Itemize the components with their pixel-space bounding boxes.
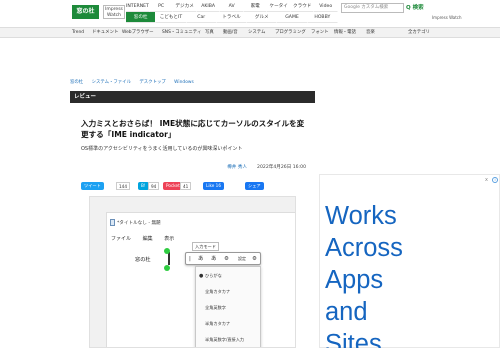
nav-hobby[interactable]: HOBBY: [307, 12, 338, 23]
subnav-info[interactable]: 情報・電話: [334, 28, 356, 37]
subnav-programming[interactable]: プログラミング: [275, 28, 306, 37]
ime-mode-menu: ● ひらがな 全角カタカナ 全角英数字 半角カタカナ 半角英数字/直接入力: [195, 266, 261, 347]
ad-info-icon[interactable]: i: [492, 177, 498, 183]
nav-video[interactable]: Video: [314, 1, 338, 12]
nav-car[interactable]: Car: [186, 12, 217, 23]
editor-text: 窓の杜: [135, 257, 151, 263]
ime-kana-icon: あ: [211, 256, 217, 262]
nav-av[interactable]: AV: [220, 1, 244, 12]
breadcrumb-item[interactable]: 窓の杜: [70, 80, 83, 85]
subnav-music[interactable]: 音楽: [366, 28, 375, 37]
byline: 樽井 秀人 2022年4月26日 16:00: [81, 164, 306, 170]
nav-akiba[interactable]: AKIBA: [196, 1, 221, 12]
ime-toolbar: | あ あ ⚙ 設定 ⚙: [185, 252, 261, 265]
subnav-browser[interactable]: Webブラウザー: [122, 28, 154, 37]
window-title: *タイトルなし - 無題: [117, 221, 161, 226]
ime-option-zenkaku-eisu: 全角英数字: [205, 305, 226, 310]
ime-option-zenkaku-katakana: 全角カタカナ: [205, 289, 231, 294]
tweet-button[interactable]: ツイート: [81, 182, 104, 190]
nav-pc[interactable]: PC: [149, 1, 174, 12]
ime-settings-label: 設定: [238, 256, 246, 261]
ime-option-hiragana: ● ひらがな: [199, 273, 222, 279]
ime-tool-icon: ⚙: [224, 256, 229, 262]
ime-indicator-dot: [164, 248, 170, 254]
text-caret: [168, 252, 170, 265]
subnav-all[interactable]: 全カテゴリ: [408, 28, 430, 37]
search-button[interactable]: Q 検索: [406, 2, 430, 14]
ad-headline: Works Across Apps and Sites: [325, 202, 403, 348]
breadcrumb-item[interactable]: Windows: [174, 80, 194, 85]
article-lead: OS標準のアクセシビリティをうまく活用しているのが興味深いポイント: [81, 146, 243, 152]
nav-internet[interactable]: INTERNET: [126, 1, 150, 12]
publish-date: 2022年4月26日 16:00: [257, 165, 306, 170]
ime-mode-icon: あ: [198, 256, 204, 262]
ime-option-hankaku-katakana: 半角カタカナ: [205, 321, 231, 326]
menu-edit: 編集: [142, 236, 153, 242]
gear-icon: ⚙: [252, 256, 257, 262]
pocket-count: 41: [180, 182, 192, 190]
input-mode-tooltip: 入力モード: [192, 242, 219, 251]
subnav-document[interactable]: ドキュメント: [92, 28, 118, 37]
site-logo[interactable]: 窓の杜: [72, 5, 99, 19]
nav-keitai[interactable]: ケータイ: [267, 1, 291, 12]
nav-gourmet[interactable]: グルメ: [247, 12, 278, 23]
subnav-font[interactable]: フォント: [311, 28, 329, 37]
menu-view: 表示: [164, 236, 175, 242]
nav-forest[interactable]: 窓の杜: [126, 12, 157, 23]
menu-bar: ファイル 編集 表示: [111, 235, 184, 242]
impress-badge[interactable]: Impress Watch: [432, 15, 462, 20]
breadcrumb-item[interactable]: システム・ファイル: [92, 80, 131, 85]
ad-close-icon[interactable]: x: [485, 177, 488, 183]
site-header: 窓の杜 Impress Watch INTERNET PC デジカメ AKIBA…: [0, 0, 500, 25]
menu-file: ファイル: [111, 236, 132, 242]
advertisement[interactable]: i x Works Across Apps and Sites: [319, 174, 500, 348]
subnav-video[interactable]: 動画/音: [223, 28, 238, 37]
nav-kodomo[interactable]: こどもとIT: [156, 12, 187, 23]
section-header: レビュー: [70, 91, 315, 103]
ime-handle: |: [189, 256, 191, 262]
breadcrumb-item[interactable]: デスクトップ: [139, 80, 165, 85]
nav-kaden[interactable]: 家電: [243, 1, 268, 12]
hatena-count: 94: [148, 182, 160, 190]
facebook-like-button[interactable]: Like 16: [203, 182, 225, 190]
tweet-count: 144: [116, 182, 130, 190]
nav-game[interactable]: GAME: [277, 12, 308, 23]
nav-cloud[interactable]: クラウド: [290, 1, 315, 12]
nav-dcam[interactable]: デジカメ: [173, 1, 197, 12]
subnav-photo[interactable]: 写真: [205, 28, 214, 37]
nav-travel[interactable]: トラベル: [216, 12, 248, 23]
notepad-window: *タイトルなし - 無題 ファイル 編集 表示 窓の杜 入力モード | あ あ …: [106, 212, 295, 347]
hatena-button[interactable]: B!: [138, 182, 149, 190]
ime-indicator-dot: [164, 265, 170, 271]
breadcrumb: 窓の杜 システム・ファイル デスクトップ Windows: [70, 79, 201, 85]
category-nav: Trend ドキュメント Webブラウザー SNS・コミュニティ 写真 動画/音…: [0, 27, 500, 38]
subnav-sns[interactable]: SNS・コミュニティ: [162, 28, 201, 37]
article-title: 入力ミスとおさらば！ IME状態に応じてカーソルのスタイルを変更する「IME i…: [81, 119, 305, 139]
notepad-icon: [110, 219, 115, 226]
article-figure: *タイトルなし - 無題 ファイル 編集 表示 窓の杜 入力モード | あ あ …: [89, 196, 296, 348]
ime-option-hankaku-eisu: 半角英数字/直接入力: [205, 337, 245, 342]
facebook-share-button[interactable]: シェア: [245, 182, 264, 190]
subnav-trend[interactable]: Trend: [72, 28, 84, 37]
subnav-system[interactable]: システム: [248, 28, 265, 37]
author-link[interactable]: 樽井 秀人: [227, 165, 247, 170]
global-nav: INTERNET PC デジカメ AKIBA AV 家電 ケータイ クラウド V…: [126, 1, 338, 23]
page: 窓の杜 Impress Watch INTERNET PC デジカメ AKIBA…: [0, 0, 500, 348]
impress-watch-logo[interactable]: Impress Watch: [103, 5, 125, 19]
search-input[interactable]: Google カスタム検索: [341, 3, 404, 13]
